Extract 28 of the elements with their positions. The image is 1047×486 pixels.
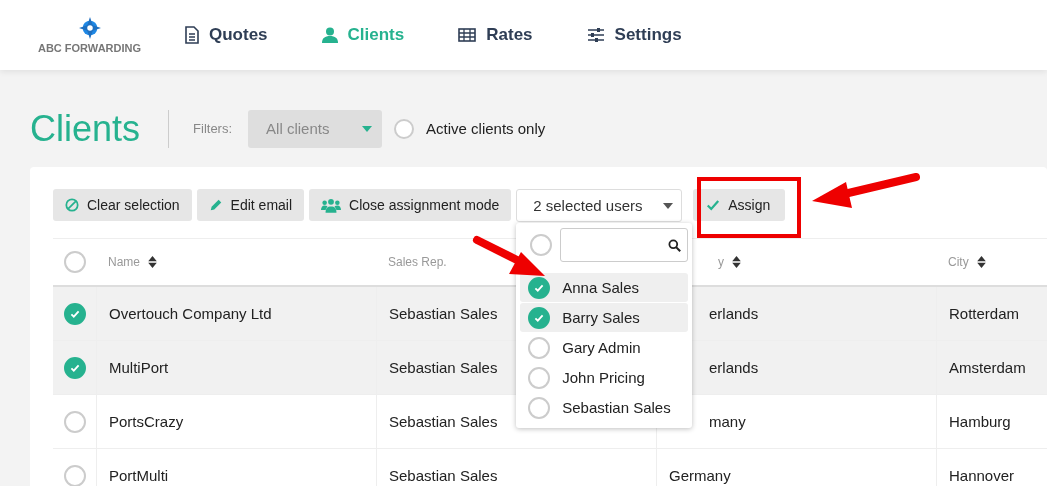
- column-header: City: [948, 255, 969, 269]
- column-header: Name: [108, 255, 140, 269]
- table-cell: Hannover: [949, 467, 1015, 484]
- table-cell: Sebastian Sales: [389, 413, 498, 430]
- column-header: Sales Rep.: [388, 255, 447, 269]
- user-name: John Pricing: [562, 369, 645, 386]
- table-cell: PortsCrazy: [109, 413, 184, 430]
- user-name: Gary Admin: [562, 339, 641, 356]
- user-name: Barry Sales: [562, 309, 640, 326]
- table-cell: Hamburg: [949, 413, 1011, 430]
- filters-label: Filters:: [193, 121, 233, 136]
- table-cell: Sebastian Sales: [389, 467, 498, 484]
- table-cell: Sebastian Sales: [389, 359, 498, 376]
- column-header: y: [718, 255, 724, 269]
- table-cell: Overtouch Company Ltd: [109, 305, 272, 322]
- page-title: Clients: [30, 107, 141, 150]
- table-cell: Amsterdam: [949, 359, 1026, 376]
- table-cell: MultiPort: [109, 359, 169, 376]
- table-cell: erlands: [709, 359, 759, 376]
- table-cell: PortMulti: [109, 467, 169, 484]
- table-cell: Germany: [669, 467, 731, 484]
- table-cell: Rotterdam: [949, 305, 1020, 322]
- active-only-label: Active clients only: [426, 120, 546, 137]
- table-cell: erlands: [709, 305, 759, 322]
- brand-name: ABC FORWARDING: [37, 41, 142, 54]
- table-cell: many: [709, 413, 746, 430]
- table-cell: Sebastian Sales: [389, 305, 498, 322]
- user-name: Sebastian Sales: [562, 399, 671, 416]
